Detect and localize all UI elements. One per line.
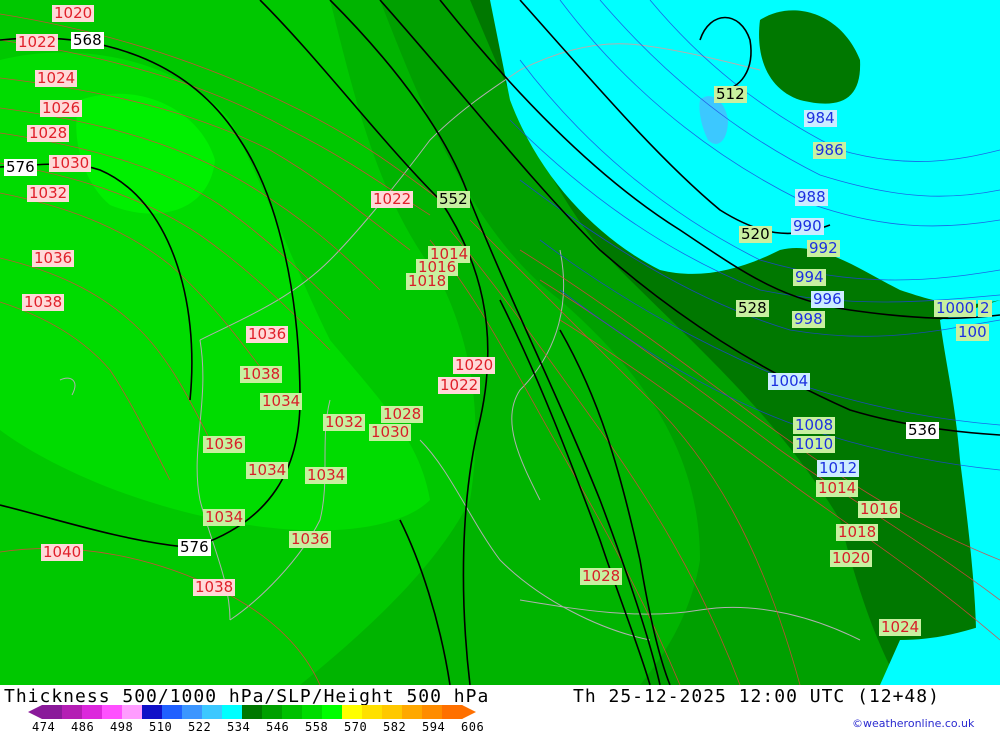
- height-label: 512: [714, 85, 747, 103]
- isobar-label: 1034: [203, 508, 246, 526]
- height-label: 552: [437, 190, 470, 208]
- legend-swatch: [242, 705, 263, 719]
- isobar-label: 990: [791, 217, 824, 235]
- isobar-label: 1020: [52, 4, 95, 22]
- legend-arrow-right: [462, 705, 476, 719]
- legend-swatch: [322, 705, 343, 719]
- isobar-label: 1030: [369, 423, 412, 441]
- height-label: 536: [906, 421, 939, 439]
- isobar-label: 1024: [35, 69, 78, 87]
- isobar-label: 1022: [371, 190, 414, 208]
- isobar-label: 1036: [32, 249, 75, 267]
- isobar-label: 994: [793, 268, 826, 286]
- isobar-label: 1034: [246, 461, 289, 479]
- isobar-label: 986: [813, 141, 846, 159]
- legend-arrow-left: [28, 705, 42, 719]
- isobar-label: 1038: [193, 578, 236, 596]
- isobar-label: 1020: [453, 356, 496, 374]
- isobar-label: 1032: [27, 184, 70, 202]
- color-legend: [28, 705, 476, 719]
- isobar-label: 1010: [793, 435, 836, 453]
- isobar-label: 1028: [580, 567, 623, 585]
- isobar-label: 1018: [406, 272, 449, 290]
- weather-map: [0, 0, 1000, 685]
- height-label: 576: [178, 538, 211, 556]
- legend-tick: 546: [266, 720, 290, 734]
- isobar-label: 998: [792, 310, 825, 328]
- isobar-label: 1034: [260, 392, 303, 410]
- legend-swatch: [102, 705, 123, 719]
- legend-swatch: [222, 705, 243, 719]
- legend-swatch: [182, 705, 203, 719]
- legend-tick: 594: [422, 720, 446, 734]
- isobar-label: 1028: [27, 124, 70, 142]
- isobar-label: 1040: [41, 543, 84, 561]
- legend-tick: 570: [344, 720, 368, 734]
- isobar-label: 2: [978, 299, 992, 317]
- legend-swatch: [302, 705, 323, 719]
- isobar-label: 1000: [934, 299, 977, 317]
- valid-time: Th 25-12-2025 12:00 UTC (12+48): [573, 686, 940, 707]
- legend-swatch: [362, 705, 383, 719]
- height-label: 520: [739, 225, 772, 243]
- legend-swatch: [122, 705, 143, 719]
- legend-swatch: [422, 705, 443, 719]
- isobar-label: 992: [807, 239, 840, 257]
- isobar-label: 1030: [49, 154, 92, 172]
- legend-tick: 510: [149, 720, 173, 734]
- height-label: 528: [736, 299, 769, 317]
- legend-swatch: [282, 705, 303, 719]
- legend-swatch: [42, 705, 63, 719]
- isobar-label: 1022: [16, 33, 59, 51]
- isobar-label: 1028: [381, 405, 424, 423]
- legend-swatch: [142, 705, 163, 719]
- isobar-label: 1012: [817, 459, 860, 477]
- isobar-label: 988: [795, 188, 828, 206]
- legend-swatch: [402, 705, 423, 719]
- legend-swatch: [202, 705, 223, 719]
- legend-tick: 582: [383, 720, 407, 734]
- isobar-label: 1014: [816, 479, 859, 497]
- map-title: Thickness 500/1000 hPa/SLP/Height 500 hP…: [4, 686, 490, 707]
- height-label: 576: [4, 158, 37, 176]
- legend-swatch: [82, 705, 103, 719]
- legend-swatch: [162, 705, 183, 719]
- isobar-label: 984: [804, 109, 837, 127]
- isobar-label: 1032: [323, 413, 366, 431]
- isobar-label: 996: [811, 290, 844, 308]
- isobar-label: 1038: [22, 293, 65, 311]
- height-label: 568: [71, 31, 104, 49]
- isobar-label: 1016: [858, 500, 901, 518]
- isobar-label: 1036: [289, 530, 332, 548]
- isobar-label: 1036: [246, 325, 289, 343]
- legend-swatch: [442, 705, 463, 719]
- legend-swatch: [342, 705, 363, 719]
- legend-tick: 486: [71, 720, 95, 734]
- isobar-label: 1004: [768, 372, 811, 390]
- isobar-label: 1008: [793, 416, 836, 434]
- legend-tick: 474: [32, 720, 56, 734]
- isobar-label: 1020: [830, 549, 873, 567]
- isobar-label: 100: [956, 323, 989, 341]
- legend-swatch: [382, 705, 403, 719]
- legend-tick: 522: [188, 720, 212, 734]
- isobar-label: 1034: [305, 466, 348, 484]
- legend-swatch: [62, 705, 83, 719]
- legend-tick: 558: [305, 720, 329, 734]
- isobar-label: 1036: [203, 435, 246, 453]
- credit-link[interactable]: ©weatheronline.co.uk: [852, 717, 974, 730]
- isobar-label: 1024: [879, 618, 922, 636]
- isobar-label: 1026: [40, 99, 83, 117]
- isobar-label: 1018: [836, 523, 879, 541]
- isobar-label: 1038: [240, 365, 283, 383]
- legend-tick: 498: [110, 720, 134, 734]
- legend-swatch: [262, 705, 283, 719]
- legend-tick: 606: [461, 720, 485, 734]
- legend-tick: 534: [227, 720, 251, 734]
- isobar-label: 1022: [438, 376, 481, 394]
